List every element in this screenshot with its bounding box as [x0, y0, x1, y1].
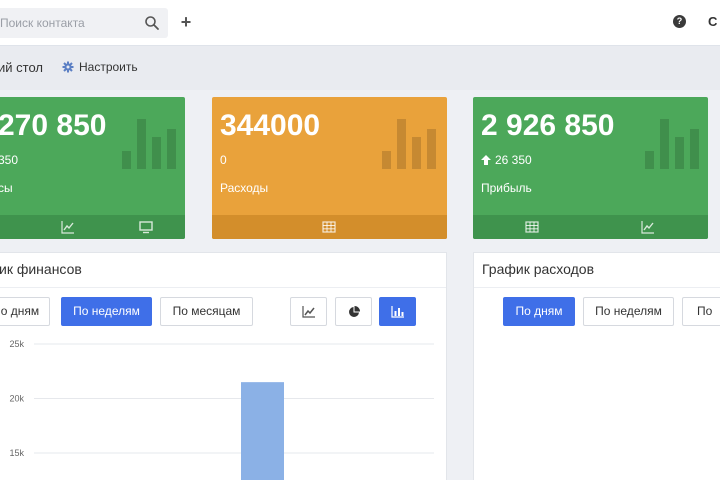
finance-panel-title: ик финансов	[0, 261, 82, 277]
income-value: 270 850	[0, 109, 107, 142]
panel-divider	[0, 287, 446, 288]
bar-chart-icon	[390, 305, 404, 318]
panel-divider	[474, 287, 720, 288]
expenses-label: Расходы	[220, 181, 269, 195]
table-icon[interactable]	[525, 220, 539, 234]
profit-card-footer	[473, 215, 708, 239]
expenses-by-months-button[interactable]: По	[682, 297, 720, 326]
expenses-by-days-button[interactable]: По дням	[503, 297, 575, 326]
by-days-button[interactable]: о дням	[0, 297, 50, 326]
income-delta: 350	[0, 153, 19, 167]
finance-bar-chart: 25k 20k 15k	[9, 339, 434, 480]
top-bar: + ? С	[0, 0, 720, 46]
mini-bar-chart-icon	[645, 119, 699, 169]
help-icon[interactable]: ?	[673, 15, 686, 28]
line-chart-icon	[301, 305, 315, 318]
income-card-footer	[0, 215, 185, 239]
gear-icon	[62, 61, 74, 73]
top-right-label[interactable]: С	[708, 14, 717, 29]
contact-search	[0, 8, 168, 38]
search-input[interactable]	[0, 8, 140, 38]
add-button[interactable]: +	[176, 11, 196, 33]
expenses-card-footer	[212, 215, 447, 239]
expenses-panel-title: График расходов	[482, 261, 595, 277]
mini-bar-chart-icon	[382, 119, 436, 169]
bar-chart-button[interactable]	[379, 297, 416, 326]
y-tick-label: 15k	[9, 448, 24, 458]
expenses-delta: 0	[220, 153, 227, 167]
search-icon[interactable]	[144, 15, 160, 31]
configure-button[interactable]: Настроить	[62, 60, 138, 74]
expenses-by-weeks-button[interactable]: По неделям	[583, 297, 674, 326]
monitor-icon[interactable]	[139, 220, 153, 234]
pie-chart-icon	[348, 305, 360, 317]
income-card: 270 850 350 сы	[0, 97, 185, 239]
line-chart-icon[interactable]	[641, 220, 655, 234]
profit-label: Прибыль	[481, 181, 532, 195]
table-icon[interactable]	[322, 220, 336, 234]
chart-bar[interactable]	[241, 382, 284, 480]
line-chart-icon[interactable]	[61, 220, 75, 234]
configure-label: Настроить	[79, 60, 138, 74]
pie-chart-button[interactable]	[335, 297, 372, 326]
profit-value: 2 926 850	[481, 109, 615, 142]
profit-card: 2 926 850 26 350 Прибыль	[473, 97, 708, 239]
line-chart-button[interactable]	[290, 297, 327, 326]
y-tick-label: 20k	[9, 394, 24, 404]
by-months-button[interactable]: По месяцам	[160, 297, 253, 326]
by-weeks-button[interactable]: По неделям	[61, 297, 152, 326]
expenses-value: 344000	[220, 109, 321, 142]
profit-delta: 26 350	[481, 153, 532, 167]
arrow-up-icon	[481, 155, 491, 165]
expenses-chart-panel: График расходов	[473, 252, 720, 480]
page-title: ий стол	[0, 60, 43, 75]
y-tick-label: 25k	[9, 339, 24, 349]
income-label: сы	[0, 181, 13, 195]
mini-bar-chart-icon	[122, 119, 176, 169]
expenses-card: 344000 0 Расходы	[212, 97, 447, 239]
page-header: ий стол Настроить	[0, 46, 720, 90]
